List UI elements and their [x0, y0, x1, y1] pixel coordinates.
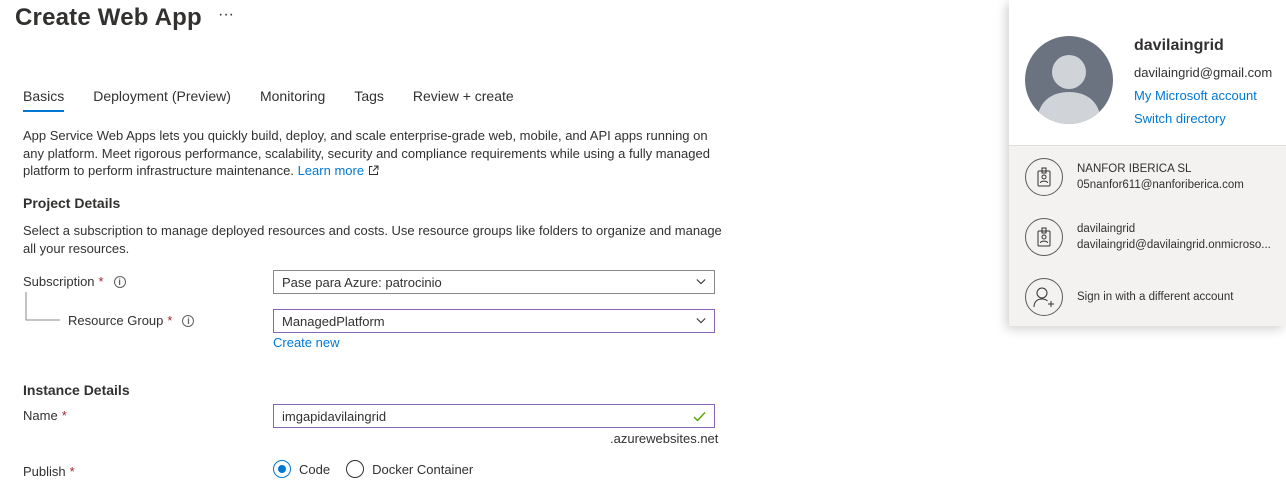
badge-icon: [1025, 218, 1063, 256]
tab-review-create[interactable]: Review + create: [413, 88, 514, 112]
account-item-email: 05nanfor611@nanforiberica.com: [1077, 179, 1244, 191]
badge-icon: [1025, 158, 1063, 196]
radio-selected-icon: [273, 460, 291, 478]
tab-bar: Basics Deployment (Preview) Monitoring T…: [23, 88, 543, 112]
name-label-text: Name: [23, 408, 58, 423]
tab-basics[interactable]: Basics: [23, 88, 65, 112]
sign-in-different-account-label: Sign in with a different account: [1077, 291, 1234, 303]
account-item-davilaingrid[interactable]: davilaingrid davilaingrid@davilaingrid.o…: [1025, 218, 1271, 256]
app-name-value: imgapidavilaingrid: [282, 408, 387, 424]
publish-code-radio[interactable]: Code: [273, 460, 330, 478]
intro-description: App Service Web Apps lets you quickly bu…: [23, 127, 723, 180]
info-icon[interactable]: i: [182, 314, 195, 327]
publish-docker-radio[interactable]: Docker Container: [346, 460, 473, 478]
subscription-select[interactable]: Pase para Azure: patrocinio: [273, 270, 715, 294]
required-marker: *: [167, 313, 173, 328]
account-name: davilaingrid: [1134, 37, 1224, 54]
instance-details-heading: Instance Details: [23, 382, 130, 398]
tab-monitoring[interactable]: Monitoring: [260, 88, 325, 112]
add-person-icon: [1025, 278, 1063, 316]
sign-in-different-account-button[interactable]: Sign in with a different account: [1025, 278, 1233, 316]
tab-deployment[interactable]: Deployment (Preview): [93, 88, 231, 112]
my-microsoft-account-link[interactable]: My Microsoft account: [1134, 88, 1257, 103]
chevron-down-icon: [696, 318, 706, 324]
account-panel-header: davilaingrid davilaingrid@gmail.com My M…: [1009, 0, 1286, 146]
more-options-button[interactable]: ···: [218, 6, 234, 24]
learn-more-link[interactable]: Learn more: [298, 163, 379, 178]
account-item-nanfor[interactable]: NANFOR IBERICA SL 05nanfor611@nanforiber…: [1025, 158, 1244, 196]
tab-tags[interactable]: Tags: [354, 88, 384, 112]
required-marker: *: [61, 408, 67, 423]
account-panel: davilaingrid davilaingrid@gmail.com My M…: [1009, 0, 1286, 326]
chevron-down-icon: [696, 279, 706, 285]
resource-group-label: Resource Group * i: [68, 313, 195, 328]
person-icon: [1037, 55, 1101, 124]
subscription-label-text: Subscription: [23, 274, 95, 289]
name-label: Name *: [23, 408, 67, 423]
avatar: [1025, 36, 1113, 124]
publish-label-text: Publish: [23, 464, 66, 479]
publish-label: Publish *: [23, 464, 75, 479]
account-email: davilaingrid@gmail.com: [1134, 65, 1273, 80]
publish-code-label: Code: [299, 461, 331, 477]
checkmark-icon: [693, 411, 706, 422]
domain-suffix: .azurewebsites.net: [610, 431, 719, 446]
account-org: NANFOR IBERICA SL: [1077, 163, 1192, 175]
radio-unselected-icon: [346, 460, 365, 478]
resource-group-value: ManagedPlatform: [282, 313, 385, 329]
page-title: Create Web App: [15, 4, 202, 31]
resource-group-label-text: Resource Group: [68, 313, 164, 328]
subscription-value: Pase para Azure: patrocinio: [282, 274, 442, 290]
required-marker: *: [98, 274, 104, 289]
info-icon[interactable]: i: [113, 275, 126, 288]
account-item-email: davilaingrid@davilaingrid.onmicroso...: [1077, 239, 1271, 251]
required-marker: *: [69, 464, 75, 479]
publish-docker-label: Docker Container: [372, 461, 474, 477]
external-link-icon: [368, 165, 379, 175]
app-name-input[interactable]: imgapidavilaingrid: [273, 404, 715, 428]
tree-connector: [25, 292, 60, 321]
switch-directory-link[interactable]: Switch directory: [1134, 111, 1226, 126]
project-details-description: Select a subscription to manage deployed…: [23, 223, 722, 256]
subscription-label: Subscription * i: [23, 274, 126, 289]
learn-more-label: Learn more: [297, 163, 365, 178]
create-new-link[interactable]: Create new: [273, 335, 339, 350]
resource-group-select[interactable]: ManagedPlatform: [273, 309, 715, 333]
publish-radio-group: Code Docker Container: [273, 460, 489, 478]
account-org: davilaingrid: [1077, 223, 1136, 235]
project-details-heading: Project Details: [23, 195, 121, 211]
